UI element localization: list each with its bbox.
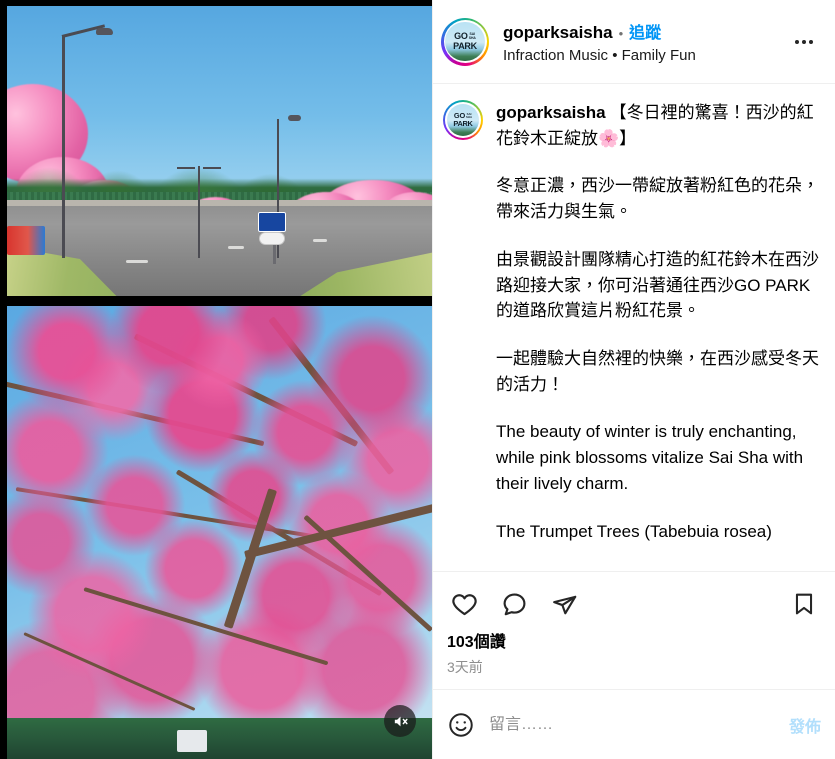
bookmark-icon <box>795 593 813 615</box>
caption-paragraph-truncated: The Trumpet Trees (Tabebuia rosea) <box>496 521 772 541</box>
avatar-inner: GO SAI SHA PARK <box>445 102 481 138</box>
avatar[interactable]: GO SAI SHA PARK <box>441 17 489 66</box>
post-info-column: GO SAI SHA PARK goparksaisha • 追蹤 Infrac… <box>432 0 835 759</box>
more-dot <box>809 39 813 44</box>
post-header: GO SAI SHA PARK goparksaisha • 追蹤 Infrac… <box>433 0 835 84</box>
blossom-canopy <box>7 306 432 759</box>
caption-paragraph: 由景觀設計團隊精心打造的紅花鈴木在西沙路迎接大家，你可沿著通往西沙GO PARK… <box>496 249 819 321</box>
logo-park-text: PARK <box>453 40 477 51</box>
save-button[interactable] <box>787 587 821 621</box>
paper-plane-icon <box>552 595 576 614</box>
caption-avatar[interactable]: GO SAI SHA PARK <box>443 100 483 140</box>
lane-marking <box>313 238 327 242</box>
street-lamp-arm <box>177 166 195 169</box>
avatar-inner: GO SAI SHA PARK <box>443 20 487 63</box>
header-separator: • <box>618 26 624 41</box>
gopark-logo-icon: GO SAI SHA PARK <box>446 103 480 137</box>
comment-composer: 發佈 <box>433 689 835 759</box>
logo-park-text: PARK <box>453 119 473 129</box>
likes-count[interactable]: 103個讚 <box>447 628 821 652</box>
follow-button[interactable]: 追蹤 <box>629 19 661 43</box>
more-dot <box>795 39 799 44</box>
post-photo-bottom[interactable] <box>7 306 432 759</box>
logo-go-text: GO <box>454 31 468 42</box>
post-photo-top[interactable] <box>7 6 432 296</box>
post-comment-button[interactable]: 發佈 <box>789 713 821 737</box>
caption-text: goparksaisha 【冬日裡的驚喜！西沙的紅花鈴木正綻放🌸】 冬意正濃，西沙… <box>496 100 821 545</box>
comment-input[interactable] <box>489 715 775 734</box>
roadside-signage-panel <box>7 226 46 256</box>
more-dot <box>802 39 806 44</box>
header-text-block: goparksaisha • 追蹤 Infraction Music • Fam… <box>503 19 787 64</box>
street-lamp-post <box>198 165 201 259</box>
caption-row: GO SAI SHA PARK goparksaisha 【冬日裡的驚喜！西沙的紅… <box>443 100 821 545</box>
caption-paragraph: 一起體驗大自然裡的快樂，在西沙感受冬天的活力！ <box>496 349 819 394</box>
logo-top-row: GO SAI SHA <box>454 32 476 41</box>
emoji-picker-button[interactable] <box>447 711 475 739</box>
comment-bubble-icon <box>503 593 525 615</box>
more-options-button[interactable] <box>787 25 821 59</box>
ground-foliage <box>7 718 432 759</box>
street-lamp-head <box>287 114 301 121</box>
mute-toggle-button[interactable] <box>384 705 416 737</box>
caption-username[interactable]: goparksaisha <box>496 103 606 122</box>
speaker-muted-icon <box>394 716 408 726</box>
gopark-logo-icon: GO SAI SHA PARK <box>445 21 485 62</box>
caption-paragraph: 冬意正濃，西沙一帶綻放著粉紅色的花朵，帶來活力與生氣。 <box>496 176 819 222</box>
post-media-column <box>0 0 432 759</box>
header-subtitle[interactable]: Infraction Music • Family Fun <box>503 47 787 64</box>
like-button[interactable] <box>447 587 481 621</box>
heart-icon <box>451 593 477 615</box>
caption-area[interactable]: GO SAI SHA PARK goparksaisha 【冬日裡的驚喜！西沙的紅… <box>433 84 835 571</box>
caption-paragraph: The beauty of winter is truly enchanting… <box>496 422 804 494</box>
header-primary-line: goparksaisha • 追蹤 <box>503 19 787 43</box>
action-bar: 103個讚 3天前 <box>433 571 835 689</box>
caption-paragraph-title: goparksaisha 【冬日裡的驚喜！西沙的紅花鈴木正綻放🌸】 <box>496 100 821 152</box>
lane-marking <box>228 246 244 250</box>
logo-sha-text: SHA <box>468 35 476 40</box>
street-lamp-arm <box>202 166 221 169</box>
street-lamp-head <box>96 27 114 35</box>
logo-saisha-text: SAI SHA <box>468 32 476 41</box>
header-username[interactable]: goparksaisha <box>503 23 613 43</box>
share-button[interactable] <box>547 587 581 621</box>
instagram-post: GO SAI SHA PARK goparksaisha • 追蹤 Infrac… <box>0 0 835 759</box>
post-timestamp[interactable]: 3天前 <box>447 657 821 689</box>
blue-road-sign <box>257 211 286 244</box>
action-icon-row <box>447 584 821 624</box>
street-lamp-post <box>62 35 66 259</box>
smiley-icon <box>449 712 473 737</box>
comment-button[interactable] <box>497 587 531 621</box>
caption-fade-overlay <box>433 545 835 571</box>
lane-marking <box>126 259 148 263</box>
